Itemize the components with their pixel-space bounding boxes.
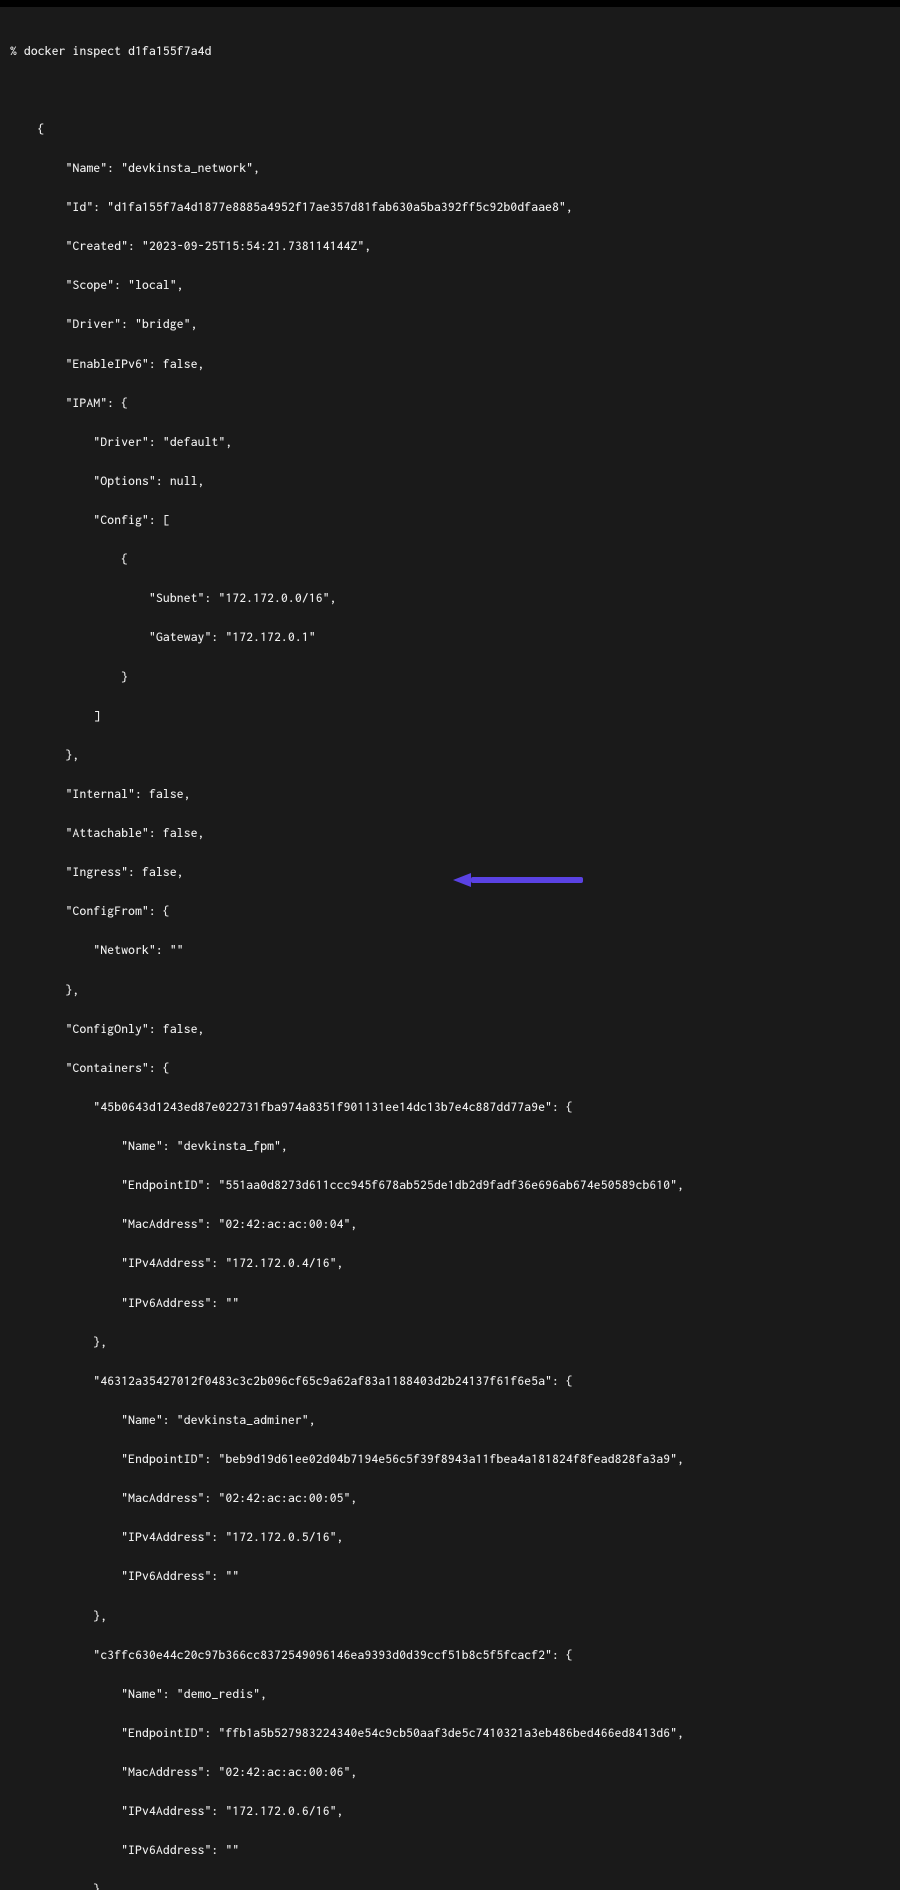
json-c1-name: "Name": "devkinsta_fpm", [10, 1136, 890, 1156]
json-attachable: "Attachable": false, [10, 823, 890, 843]
json-c1-mac: "MacAddress": "02:42:ac:ac:00:04", [10, 1214, 890, 1234]
json-c3-name: "Name": "demo_redis", [10, 1684, 890, 1704]
json-ipam-gateway: "Gateway": "172.172.0.1" [10, 627, 890, 647]
json-configfrom-network: "Network": "" [10, 940, 890, 960]
window-top-bar [0, 0, 900, 7]
json-configonly: "ConfigOnly": false, [10, 1019, 890, 1039]
json-scope: "Scope": "local", [10, 275, 890, 295]
json-created: "Created": "2023-09-25T15:54:21.73811414… [10, 236, 890, 256]
json-containers-open: "Containers": { [10, 1058, 890, 1078]
json-c2-close: }, [10, 1606, 890, 1626]
json-name: "Name": "devkinsta_network", [10, 158, 890, 178]
json-c2-key: "46312a35427012f0483c3c2b096cf65c9a62af8… [10, 1371, 890, 1391]
json-c1-endpoint: "EndpointID": "551aa0d8273d611ccc945f678… [10, 1175, 890, 1195]
blank-line [10, 80, 890, 100]
json-ipam-options: "Options": null, [10, 471, 890, 491]
json-ingress: "Ingress": false, [10, 862, 890, 882]
json-internal: "Internal": false, [10, 784, 890, 804]
json-ipam-driver: "Driver": "default", [10, 432, 890, 452]
json-configfrom-open: "ConfigFrom": { [10, 901, 890, 921]
json-c3-key: "c3ffc630e44c20c97b366cc8372549096146ea9… [10, 1645, 890, 1665]
json-enableipv6: "EnableIPv6": false, [10, 354, 890, 374]
json-c2-ipv4: "IPv4Address": "172.172.0.5/16", [10, 1527, 890, 1547]
json-id: "Id": "d1fa155f7a4d1877e8885a4952f17ae35… [10, 197, 890, 217]
json-c3-endpoint: "EndpointID": "ffb1a5b527983224340e54c9c… [10, 1723, 890, 1743]
json-ipam-config-close: ] [10, 706, 890, 726]
json-c1-key: "45b0643d1243ed87e022731fba974a8351f9011… [10, 1097, 890, 1117]
json-c2-endpoint: "EndpointID": "beb9d19d61ee02d04b7194e56… [10, 1449, 890, 1469]
json-ipam-close: }, [10, 745, 890, 765]
json-configfrom-close: }, [10, 980, 890, 1000]
json-c3-mac: "MacAddress": "02:42:ac:ac:00:06", [10, 1762, 890, 1782]
json-c1-ipv6: "IPv6Address": "" [10, 1293, 890, 1313]
shell-prompt: % docker inspect d1fa155f7a4d [10, 41, 890, 61]
json-c2-name: "Name": "devkinsta_adminer", [10, 1410, 890, 1430]
json-ipam-cfg-brace-close: } [10, 667, 890, 687]
json-c3-close: }, [10, 1879, 890, 1890]
terminal-output[interactable]: % docker inspect d1fa155f7a4d { "Name": … [0, 7, 900, 1890]
json-c3-ipv6: "IPv6Address": "" [10, 1840, 890, 1860]
json-ipam-config-open: "Config": [ [10, 510, 890, 530]
json-ipam-open: "IPAM": { [10, 393, 890, 413]
json-driver: "Driver": "bridge", [10, 314, 890, 334]
json-ipam-cfg-brace: { [10, 549, 890, 569]
json-c1-ipv4: "IPv4Address": "172.172.0.4/16", [10, 1253, 890, 1273]
json-c1-close: }, [10, 1332, 890, 1352]
json-c2-ipv6: "IPv6Address": "" [10, 1566, 890, 1586]
json-c2-mac: "MacAddress": "02:42:ac:ac:00:05", [10, 1488, 890, 1508]
json-ipam-subnet: "Subnet": "172.172.0.0/16", [10, 588, 890, 608]
json-c3-ipv4-highlighted: "IPv4Address": "172.172.0.6/16", [10, 1801, 890, 1821]
json-line: { [10, 119, 890, 139]
